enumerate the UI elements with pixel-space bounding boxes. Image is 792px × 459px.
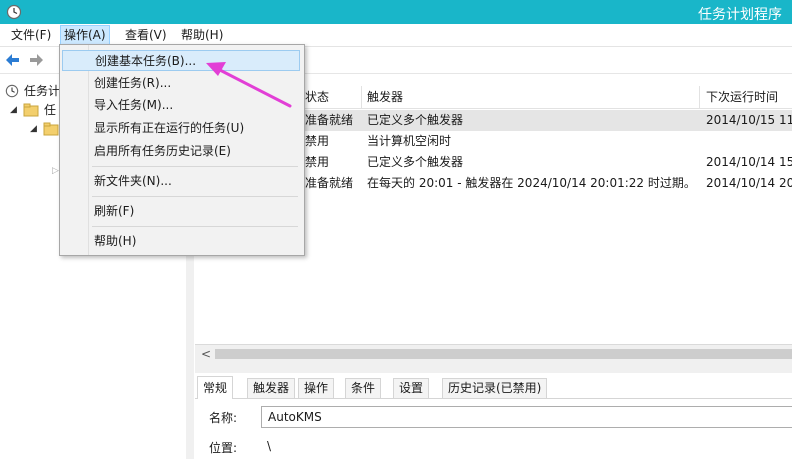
menu-separator: [92, 196, 298, 197]
task-trigger: 在每天的 20:01 - 触发器在 2024/10/14 20:01:22 时过…: [367, 176, 696, 190]
tab-actions[interactable]: 操作: [298, 378, 335, 398]
tree-root-label: 任务计: [24, 84, 61, 98]
task-status: 准备就绪: [305, 176, 354, 190]
tab-general[interactable]: 常规: [197, 376, 234, 399]
horizontal-scrollbar[interactable]: <: [195, 344, 792, 363]
task-next-run: 2014/10/15 11: [706, 113, 792, 127]
details-pane: 常规 触发器 操作 条件 设置 历史记录(已禁用) 名称: AutoKMS 位置…: [195, 373, 792, 459]
annotation-arrow-icon: [206, 62, 292, 108]
task-trigger: 当计算机空闲时: [367, 134, 452, 148]
back-arrow-icon[interactable]: [5, 52, 21, 68]
menu-item-new-folder[interactable]: 新文件夹(N)...: [62, 171, 300, 192]
menu-item-enable-history[interactable]: 启用所有任务历史记录(E): [62, 141, 300, 162]
clock-icon: [5, 84, 19, 98]
task-next-run: 2014/10/14 20: [706, 176, 792, 190]
menu-action[interactable]: 操作(A): [60, 25, 110, 46]
forward-arrow-icon[interactable]: [28, 52, 44, 68]
task-next-run: 2014/10/14 15: [706, 155, 792, 169]
name-label: 名称:: [209, 411, 238, 425]
tab-conditions[interactable]: 条件: [345, 378, 382, 398]
tab-triggers[interactable]: 触发器: [247, 378, 296, 398]
scrollbar-thumb[interactable]: [215, 349, 792, 359]
menu-file[interactable]: 文件(F): [8, 27, 54, 44]
location-label: 位置:: [209, 441, 238, 455]
clock-icon: [6, 4, 22, 20]
window-title: 任务计划程序: [698, 7, 782, 23]
column-trigger[interactable]: 触发器: [367, 89, 403, 105]
menu-separator: [92, 166, 298, 167]
scroll-left-icon[interactable]: <: [201, 347, 211, 361]
title-bar: 任务计划程序: [0, 0, 792, 24]
column-status[interactable]: 状态: [305, 89, 329, 105]
folder-icon: [23, 103, 39, 117]
task-trigger: 已定义多个触发器: [367, 155, 464, 169]
expand-arrow-icon[interactable]: ◢: [10, 101, 17, 119]
folder-icon: [43, 122, 59, 136]
column-next-run[interactable]: 下次运行时间: [706, 89, 778, 105]
task-trigger: 已定义多个触发器: [367, 113, 464, 127]
menu-separator: [92, 226, 298, 227]
horizontal-splitter[interactable]: [195, 362, 792, 373]
task-status: 禁用: [305, 155, 330, 169]
task-status: 禁用: [305, 134, 330, 148]
expand-arrow-icon[interactable]: ◢: [30, 120, 37, 138]
menu-help[interactable]: 帮助(H): [178, 27, 226, 44]
menu-item-refresh[interactable]: 刷新(F): [62, 201, 300, 222]
location-value: \: [267, 439, 272, 453]
name-field[interactable]: AutoKMS: [261, 406, 792, 428]
menu-view[interactable]: 查看(V): [122, 27, 170, 44]
menu-item-show-running-tasks[interactable]: 显示所有正在运行的任务(U): [62, 118, 300, 139]
tree-child-label: 任: [44, 103, 57, 117]
tab-history[interactable]: 历史记录(已禁用): [442, 378, 548, 398]
task-status: 准备就绪: [305, 113, 354, 127]
column-separator[interactable]: [361, 86, 362, 108]
collapse-arrow-icon[interactable]: ▷: [52, 166, 59, 176]
details-tabs: 常规 触发器 操作 条件 设置 历史记录(已禁用): [195, 376, 792, 399]
menu-item-help[interactable]: 帮助(H): [62, 231, 300, 252]
tab-settings[interactable]: 设置: [393, 378, 430, 398]
column-separator[interactable]: [699, 86, 700, 108]
